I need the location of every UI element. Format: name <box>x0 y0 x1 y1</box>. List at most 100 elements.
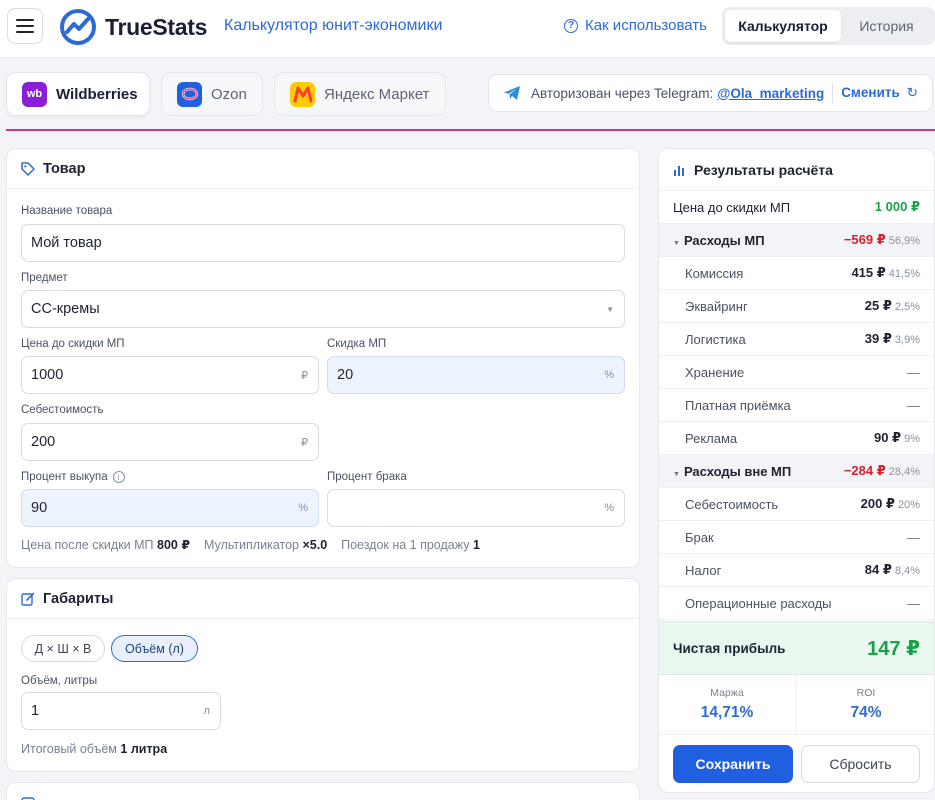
group-percent: 28,4% <box>888 466 920 478</box>
product-summary: Цена после скидки МП 800 ₽ Мультипликато… <box>21 537 480 552</box>
cost-input[interactable]: 200 ₽ <box>21 423 319 461</box>
auth-divider <box>832 83 834 103</box>
volume-label: Объём, литры <box>21 675 98 687</box>
marketplace-ozon[interactable]: Ozon <box>161 72 263 116</box>
expand-icon: ▼ <box>673 470 680 478</box>
row-amount: 39 ₽ <box>864 331 892 346</box>
row-amount: 84 ₽ <box>864 562 892 577</box>
row-amount: 1 000 ₽ <box>874 199 920 214</box>
price-value: 1000 <box>31 367 64 383</box>
row-amount: 415 ₽ <box>851 265 886 280</box>
roi-value: 74% <box>850 704 882 721</box>
net-profit-value: 147 ₽ <box>867 637 920 660</box>
margin-value: 14,71% <box>700 704 754 721</box>
volume-value: 1 <box>31 703 40 719</box>
volume-summary: Итоговый объём 1 литра <box>21 742 167 756</box>
product-card: Товар Название товара Мой товар Предмет … <box>6 148 640 568</box>
row-label: Операционные расходы <box>685 595 832 611</box>
row-amount: 90 ₽ <box>873 430 902 445</box>
howto-link[interactable]: ? Как использовать <box>564 17 707 34</box>
row-amount: — <box>907 529 920 545</box>
hamburger-icon <box>16 19 34 33</box>
telegram-handle[interactable]: @Ola_marketing <box>717 86 824 101</box>
result-row: Себестоимость 200 ₽20% <box>659 488 934 521</box>
dimensions-card-header: Габариты <box>7 579 639 619</box>
subject-value: СС-кремы <box>31 301 100 317</box>
roi-label: ROI <box>856 687 876 699</box>
discount-input[interactable]: 20 % <box>327 356 625 394</box>
page-subtitle: Калькулятор юнит-экономики <box>224 17 443 34</box>
result-row: Операционные расходы — <box>659 587 934 620</box>
dimensions-card: Габариты Д × Ш × В Объём (л) Объём, литр… <box>6 578 640 772</box>
expand-icon: ▼ <box>673 239 680 247</box>
change-label: Сменить <box>841 85 900 100</box>
auth-text: Авторизован через Telegram: <box>531 85 714 101</box>
row-label: Эквайринг <box>685 298 748 314</box>
result-row: Логистика 39 ₽3,9% <box>659 323 934 356</box>
row-amount: 25 ₽ <box>864 298 892 313</box>
row-label: Платная приёмка <box>685 397 791 413</box>
buyout-value: 90 <box>31 500 48 516</box>
buyout-input[interactable]: 90 % <box>21 489 319 527</box>
defect-label: Процент брака <box>327 471 407 483</box>
logo-text: TrueStats <box>105 13 208 40</box>
reset-button[interactable]: Сбросить <box>801 745 920 783</box>
pill-volume[interactable]: Объём (л) <box>111 635 198 662</box>
metrics: Маржа 14,71% ROI 74% <box>659 675 934 735</box>
result-row: Брак — <box>659 521 934 554</box>
product-name-input[interactable]: Мой товар <box>21 224 625 262</box>
trips-value: 1 <box>472 538 480 552</box>
price-label: Цена до скидки МП <box>21 338 125 350</box>
row-amount: — <box>907 397 920 413</box>
cost-label: Себестоимость <box>21 404 104 416</box>
row-percent: 41,5% <box>888 268 920 280</box>
product-name-value: Мой товар <box>31 235 102 251</box>
result-group-mp[interactable]: ▼ Расходы МП −569 ₽56,9% <box>659 224 934 257</box>
change-account-button[interactable]: Сменить ↻ <box>841 85 918 101</box>
volume-input[interactable]: 1 л <box>21 692 221 730</box>
subject-select[interactable]: СС-кремы ▼ <box>21 290 625 328</box>
results-panel: Результаты расчёта Цена до скидки МП 1 0… <box>658 148 935 793</box>
result-row: Эквайринг 25 ₽2,5% <box>659 290 934 323</box>
refresh-icon: ↻ <box>906 85 918 100</box>
row-percent: 3,9% <box>894 334 920 346</box>
row-amount: — <box>907 595 920 611</box>
pill-dimensions[interactable]: Д × Ш × В <box>21 635 105 662</box>
percent-unit: % <box>604 369 614 381</box>
menu-button[interactable] <box>7 8 43 44</box>
wildberries-icon: wb <box>22 81 47 107</box>
tab-history[interactable]: История <box>841 10 932 42</box>
group-percent: 56,9% <box>888 235 920 247</box>
row-label: Реклама <box>685 430 738 446</box>
result-row: Платная приёмка — <box>659 389 934 422</box>
marketplace-label: Wildberries <box>56 85 138 103</box>
row-label: Комиссия <box>685 265 744 281</box>
buyout-label-text: Процент выкупа <box>21 471 108 483</box>
ruble-unit: ₽ <box>301 369 308 382</box>
chevron-down-icon: ▼ <box>606 304 614 314</box>
save-button[interactable]: Сохранить <box>673 745 793 783</box>
cost-value: 200 <box>31 434 56 450</box>
truestats-logo-icon <box>60 9 96 45</box>
row-label: Брак <box>685 529 714 545</box>
results-header: Результаты расчёта <box>659 149 934 191</box>
info-icon[interactable]: i <box>112 471 125 483</box>
result-group-other[interactable]: ▼ Расходы вне МП −284 ₽28,4% <box>659 455 934 488</box>
margin-label: Маржа <box>710 687 744 699</box>
total-volume-label: Итоговый объём <box>21 742 117 756</box>
liter-unit: л <box>203 705 210 717</box>
product-card-title: Товар <box>43 160 86 177</box>
row-amount: — <box>907 364 920 380</box>
marketplace-wildberries[interactable]: wb Wildberries <box>6 72 150 116</box>
defect-input[interactable]: % <box>327 489 625 527</box>
result-row: Комиссия 415 ₽41,5% <box>659 257 934 290</box>
marketplace-yandex[interactable]: Яндекс Маркет <box>274 72 446 116</box>
logo[interactable]: TrueStats <box>60 9 207 45</box>
howto-label: Как использовать <box>585 17 707 34</box>
dimensions-card-title: Габариты <box>43 590 114 607</box>
product-card-header: Товар <box>7 149 639 189</box>
price-input[interactable]: 1000 ₽ <box>21 356 319 394</box>
group-label: ▼ Расходы МП <box>673 232 765 248</box>
tab-calculator[interactable]: Калькулятор <box>725 10 841 42</box>
row-label: Логистика <box>685 331 746 347</box>
